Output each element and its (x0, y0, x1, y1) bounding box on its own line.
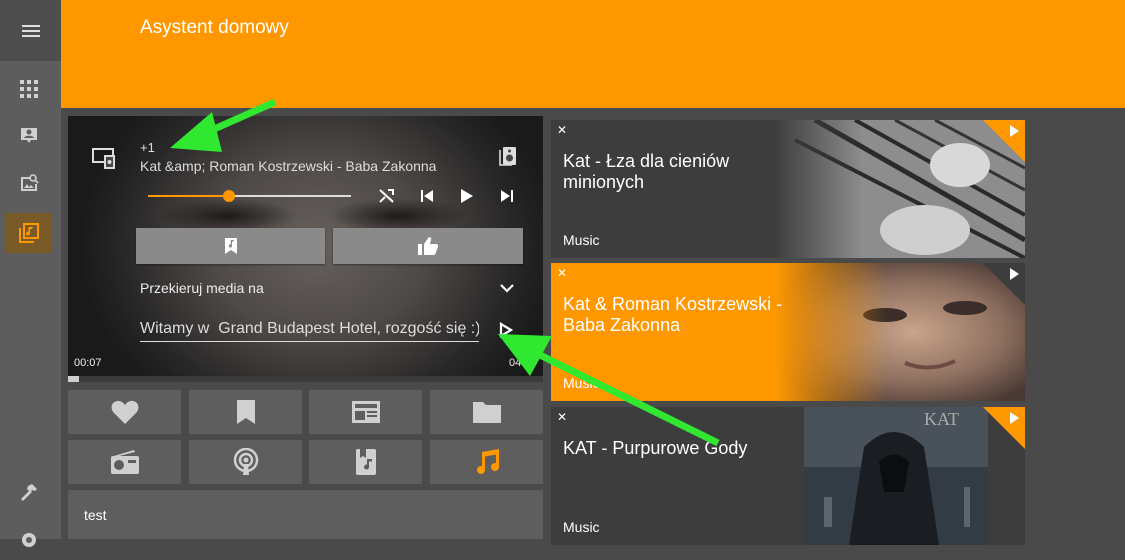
audiobooks-tile[interactable] (309, 440, 422, 484)
book-music-icon (355, 449, 376, 475)
redirect-media-label: Przekieruj media na (140, 280, 264, 296)
radio-icon (110, 450, 139, 474)
play-icon (461, 189, 473, 203)
sidebar (0, 0, 61, 547)
play-button[interactable] (455, 184, 479, 208)
radio-tile[interactable] (68, 440, 181, 484)
seek-fill (148, 195, 230, 197)
remove-from-queue-button[interactable]: ✕ (557, 123, 567, 137)
menu-button[interactable] (0, 0, 61, 61)
bookmark-icon (236, 400, 255, 424)
sidebar-item-developer-tools[interactable] (5, 472, 52, 512)
speaker-select-button[interactable] (496, 144, 520, 168)
speaker-multiple-icon (499, 147, 516, 166)
cast-button[interactable] (92, 146, 116, 170)
account-box-icon (20, 128, 37, 143)
seek-slider[interactable] (148, 190, 351, 202)
app-header: Asystent domowy (61, 0, 1125, 108)
playback-progress-bar[interactable] (68, 376, 543, 382)
hammer-icon (20, 484, 37, 501)
queue-card[interactable]: ✕ Kat - Łza dla cieniów minionych Music (551, 120, 1025, 258)
queue-item-subtitle: Music (563, 232, 600, 248)
skip-next-icon (501, 190, 513, 202)
text-card-label: test (84, 507, 107, 523)
add-to-library-button[interactable] (136, 228, 325, 264)
music-box-icon (18, 223, 39, 243)
text-card[interactable]: test (68, 490, 543, 539)
music-note-icon (476, 449, 499, 474)
queue-item-title: KAT - Purpurowe Gody (563, 438, 748, 458)
media-artist: Kat &amp; Roman Kostrzewski - Baba Zakon… (140, 158, 437, 174)
previous-button[interactable] (415, 184, 439, 208)
sidebar-item-music[interactable] (5, 213, 52, 253)
card-play-icon[interactable] (1010, 412, 1019, 424)
elapsed-time: 00:07 (74, 357, 102, 369)
redirect-dropdown-button[interactable] (495, 276, 519, 300)
sidebar-item-overview[interactable] (5, 69, 52, 109)
sidebar-item-gallery[interactable] (5, 163, 52, 203)
podcast-icon (233, 448, 258, 475)
shuffle-icon (379, 189, 394, 203)
album-art: KAT (804, 407, 988, 545)
play-outline-icon (499, 322, 513, 338)
favorites-tile[interactable] (68, 390, 181, 434)
card-play-icon[interactable] (1010, 125, 1019, 137)
files-tile[interactable] (430, 390, 543, 434)
image-search-icon (20, 174, 39, 191)
total-time: 04: (509, 357, 525, 369)
music-tile[interactable] (430, 440, 543, 484)
media-title: +1 (140, 140, 155, 155)
tts-message-input[interactable] (140, 316, 479, 342)
like-button[interactable] (333, 228, 523, 264)
newspaper-icon (351, 401, 380, 423)
media-player-card: +1 Kat &amp; Roman Kostrzewski - Baba Za… (68, 116, 543, 382)
queue-item-subtitle: Music (563, 519, 600, 535)
remove-from-queue-button[interactable]: ✕ (557, 266, 567, 280)
shuffle-button[interactable] (375, 184, 399, 208)
remove-from-queue-button[interactable]: ✕ (557, 410, 567, 424)
next-button[interactable] (495, 184, 519, 208)
chevron-down-icon (500, 284, 514, 293)
queue-item-title: Kat & Roman Kostrzewski - Baba Zakonna (563, 294, 783, 335)
settings-icon (21, 533, 36, 547)
folder-icon (472, 402, 501, 423)
page-title: Asystent domowy (140, 17, 289, 38)
sidebar-item-settings[interactable] (5, 520, 52, 560)
send-tts-button[interactable] (494, 318, 518, 342)
bookmarks-tile[interactable] (189, 390, 302, 434)
menu-icon (21, 24, 40, 37)
skip-previous-icon (421, 190, 433, 202)
queue-card[interactable]: KAT ✕ KAT - Purpurowe Gody Music (551, 407, 1025, 545)
queue-card[interactable]: ✕ Kat & Roman Kostrzewski - Baba Zakonna… (551, 263, 1025, 401)
bookmark-music-icon (224, 238, 237, 254)
news-tile[interactable] (309, 390, 422, 434)
playback-progress-fill (68, 376, 79, 382)
grid-icon (19, 80, 38, 98)
queue-item-subtitle: Music (563, 375, 600, 391)
podcast-tile[interactable] (189, 440, 302, 484)
card-play-icon[interactable] (1010, 268, 1019, 280)
cast-speaker-icon (92, 148, 115, 169)
queue-item-title: Kat - Łza dla cieniów minionych (563, 151, 730, 192)
sidebar-item-person[interactable] (5, 116, 52, 156)
heart-icon (111, 400, 138, 424)
thumb-up-icon (418, 237, 439, 255)
